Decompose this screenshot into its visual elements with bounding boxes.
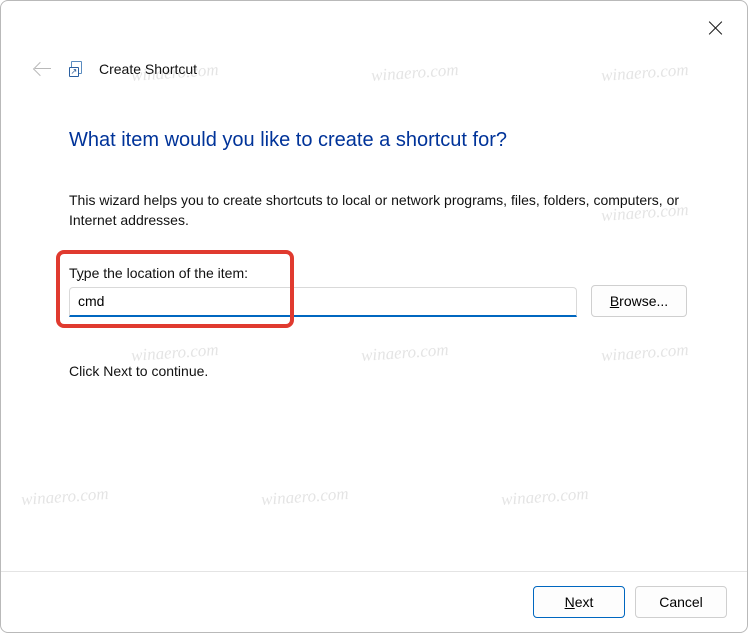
location-input[interactable] <box>69 287 577 317</box>
close-icon[interactable] <box>707 19 725 37</box>
headline: What item would you like to create a sho… <box>69 129 687 152</box>
continue-text: Click Next to continue. <box>69 363 687 379</box>
wizard-description: This wizard helps you to create shortcut… <box>69 190 687 231</box>
window-title: Create Shortcut <box>99 61 197 77</box>
location-row: Type the location of the item: Browse... <box>69 265 687 317</box>
next-button[interactable]: Next <box>533 586 625 618</box>
location-label: Type the location of the item: <box>69 265 577 281</box>
location-field-block: Type the location of the item: <box>69 265 577 317</box>
footer: Next Cancel <box>1 571 747 632</box>
header: Create Shortcut <box>1 49 747 85</box>
shortcut-icon <box>69 61 85 77</box>
watermark: winaero.com <box>260 484 349 510</box>
create-shortcut-window: Create Shortcut What item would you like… <box>0 0 748 633</box>
browse-button[interactable]: Browse... <box>591 285 687 317</box>
cancel-button[interactable]: Cancel <box>635 586 727 618</box>
back-arrow-icon <box>33 58 55 80</box>
titlebar <box>1 1 747 49</box>
watermark: winaero.com <box>500 484 589 510</box>
watermark: winaero.com <box>20 484 109 510</box>
content-area: What item would you like to create a sho… <box>1 85 747 379</box>
